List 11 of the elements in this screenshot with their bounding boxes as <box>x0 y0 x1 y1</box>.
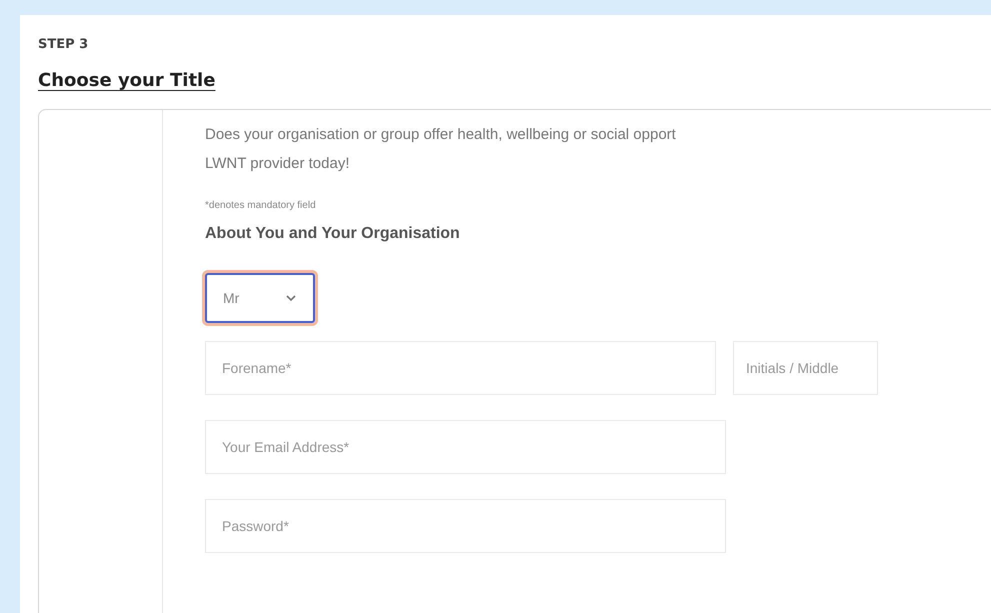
section-title: About You and Your Organisation <box>205 225 461 243</box>
input-field[interactable]: Initials / Middle <box>733 341 878 395</box>
step-label: STEP 3 <box>38 37 90 52</box>
chevron-down-icon <box>285 294 297 302</box>
input-field[interactable]: Forename* <box>205 341 716 395</box>
intro-text: Does your organisation or group offer health, wellbeing or social opport LWNT provider today! <box>205 125 677 174</box>
input-field[interactable]: Your Email Address* <box>205 420 726 474</box>
section-heading: Choose your Title <box>38 70 216 91</box>
title-select[interactable]: Mr <box>205 273 315 323</box>
mandatory-note: *denotes mandatory field <box>205 200 317 211</box>
input-field[interactable]: Password* <box>205 499 726 553</box>
